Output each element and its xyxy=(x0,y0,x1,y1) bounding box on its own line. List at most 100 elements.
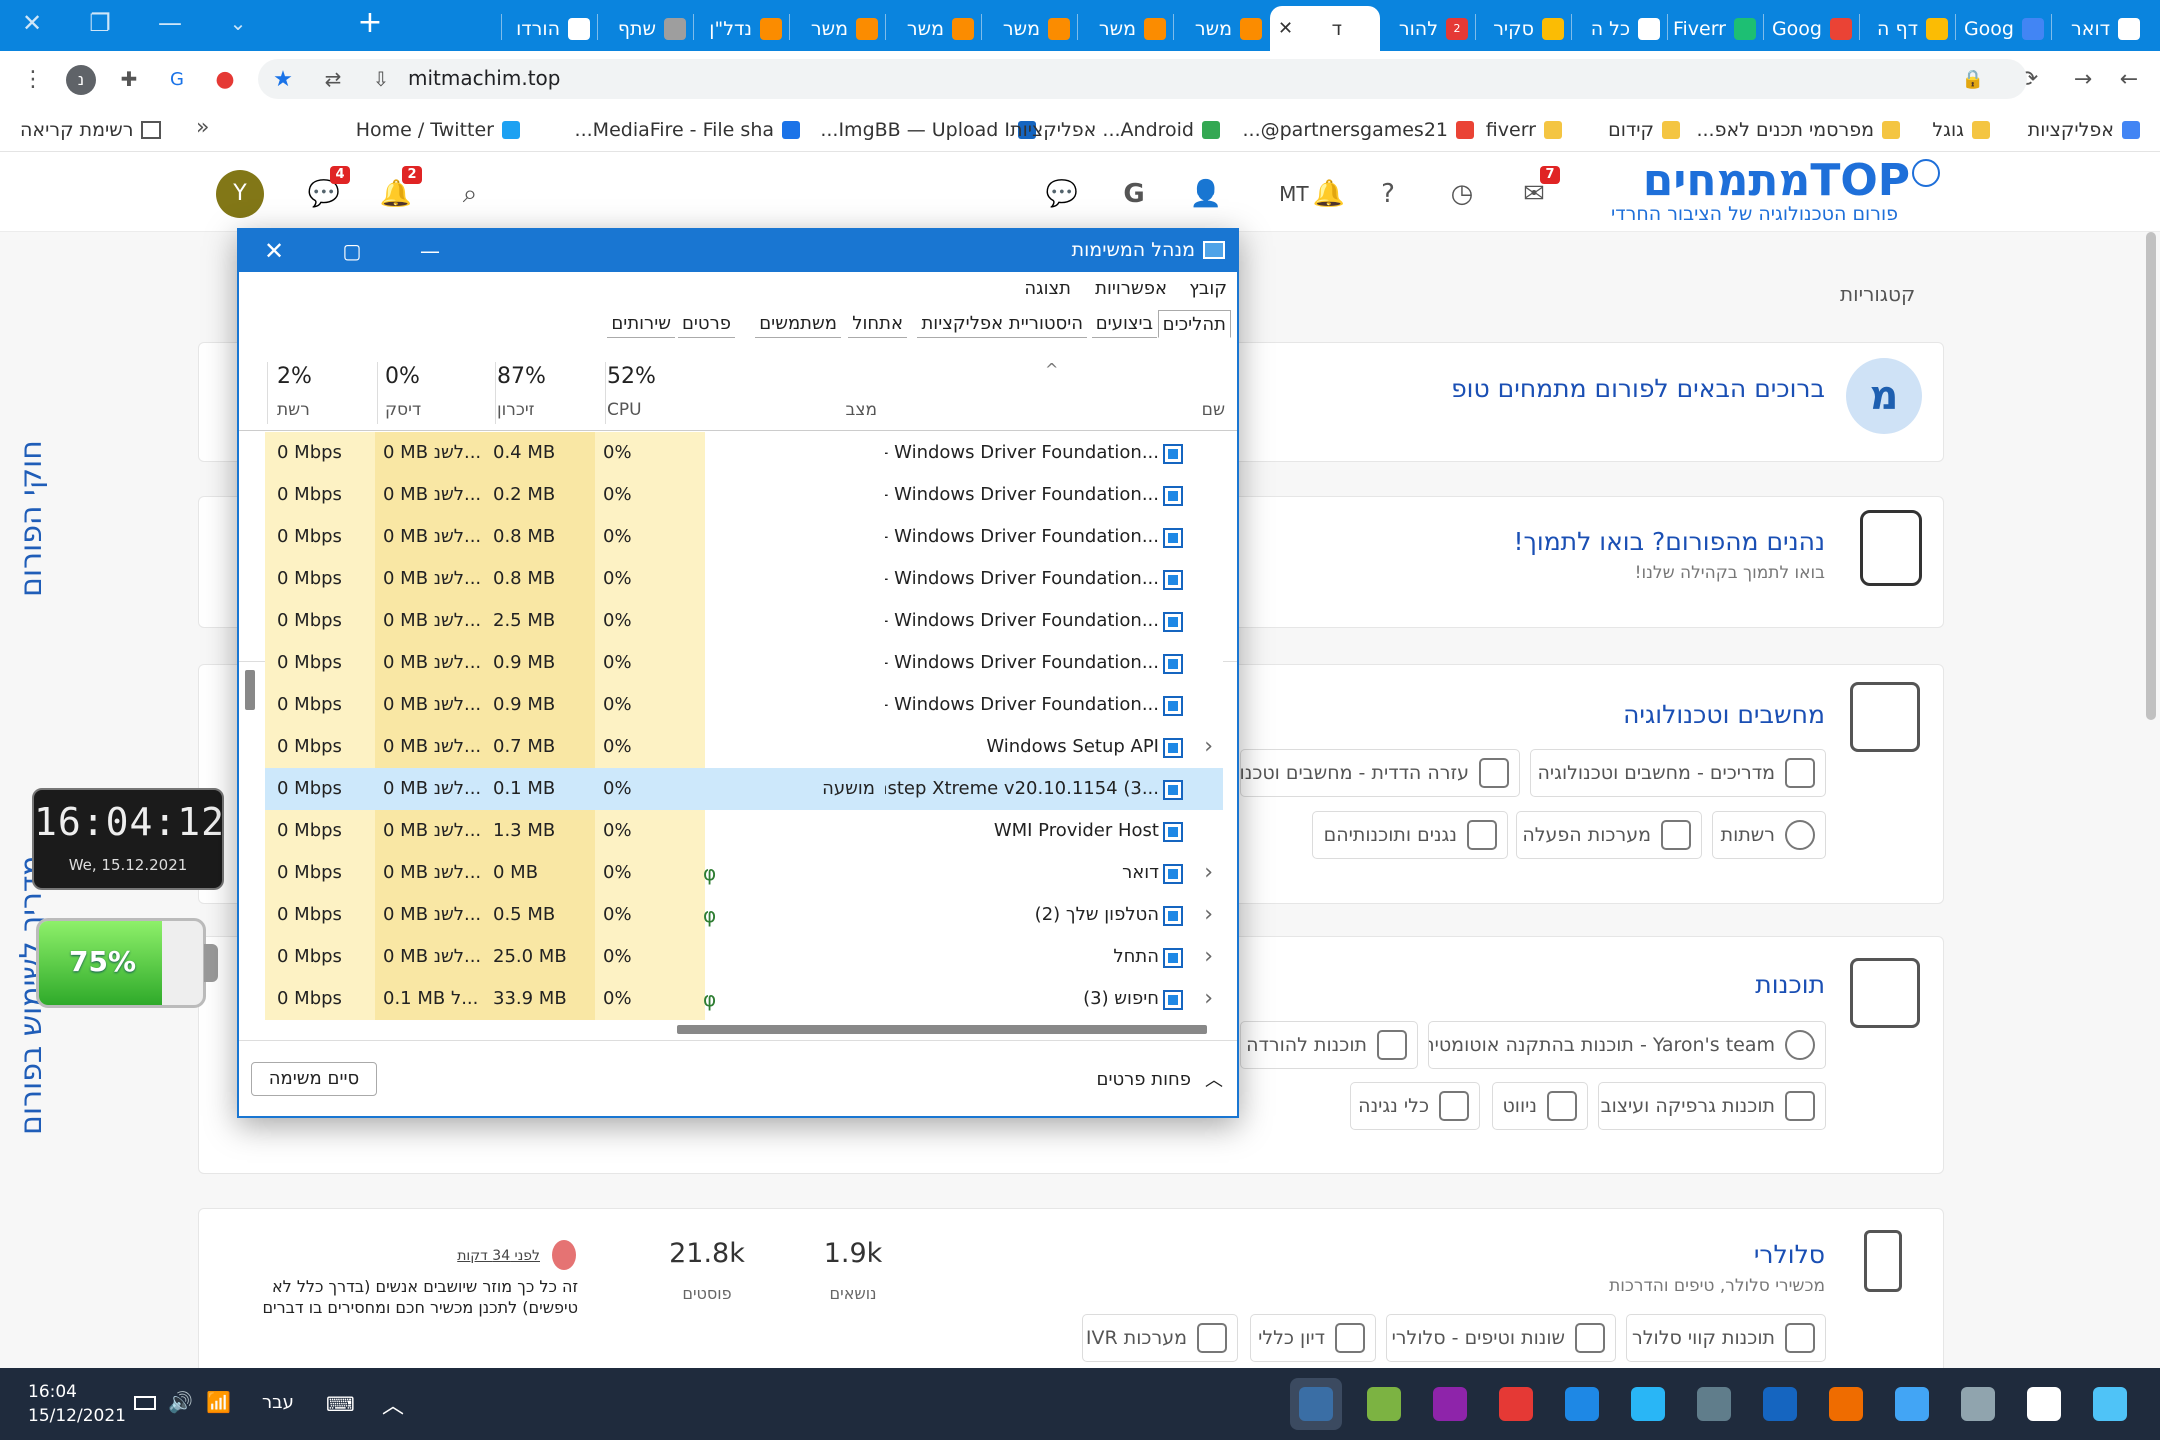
browser-tab[interactable]: שתף xyxy=(598,6,694,51)
bookmark-item[interactable]: fiverr xyxy=(1486,112,1562,148)
col-header-name[interactable]: שם xyxy=(1202,400,1225,420)
bookmark-item[interactable]: מפרסמי תכנים לאפ... xyxy=(1696,112,1900,148)
tm-tab[interactable]: משתמשים xyxy=(755,310,841,338)
end-task-button[interactable]: סיים משימה xyxy=(251,1062,377,1096)
tm-close-icon[interactable]: ✕ xyxy=(249,230,299,272)
tm-menu-view[interactable]: תצוגה xyxy=(1024,278,1071,299)
tm-menu-options[interactable]: אפשרויות xyxy=(1095,278,1167,299)
restore-window-icon[interactable]: ❐ xyxy=(72,0,128,45)
browser-tab[interactable]: דואר xyxy=(2052,6,2148,51)
col-header-status[interactable]: מצב xyxy=(846,400,877,420)
expand-chevron-icon[interactable]: › xyxy=(1204,978,1213,1020)
tray-chevron-icon[interactable]: ︿ xyxy=(382,1388,404,1420)
browser-tab[interactable]: Goog xyxy=(1764,6,1860,51)
inbox-icon[interactable]: ✉ 7 xyxy=(1512,166,1560,216)
browser-tab[interactable]: סקיר xyxy=(1476,6,1572,51)
tab-close-icon[interactable]: ✕ xyxy=(1278,18,1293,39)
bookmark-item[interactable]: גוגל xyxy=(1932,112,1990,148)
help-icon[interactable]: ? xyxy=(1366,172,1410,216)
chip-instruments[interactable]: כלי נגינה xyxy=(1350,1082,1480,1130)
support-title[interactable]: נהנים מהפורום? בואו לתמוך! xyxy=(1513,527,1825,556)
taskbar-date[interactable]: 15/12/2021 xyxy=(28,1406,126,1426)
process-row[interactable]: 0 Mbps 0 MB לשנ... 0.8 MB 0% U - Windows Dri… xyxy=(265,558,1223,600)
col-disk-label[interactable]: דיסק xyxy=(385,400,421,420)
task-manager-app-icon[interactable] xyxy=(1290,1378,1342,1430)
bookmark-item[interactable]: Android... אפליקציות xyxy=(1010,112,1220,148)
process-row[interactable]: 0 Mbps 0 MB לשנ... 0.8 MB 0% U - Windows Dri… xyxy=(265,516,1223,558)
winrar-icon[interactable] xyxy=(1424,1378,1476,1430)
chip-navigation[interactable]: ניווט xyxy=(1492,1082,1588,1130)
forum-rules-link[interactable]: חוקי הפורום xyxy=(14,440,49,610)
new-tab-button[interactable]: + xyxy=(342,0,398,45)
expand-chevron-icon[interactable]: › xyxy=(1204,936,1213,978)
expand-chevron-icon[interactable]: › xyxy=(1204,894,1213,936)
browser-tab[interactable]: נדל"ן xyxy=(694,6,790,51)
bookmark-item[interactable]: קידום xyxy=(1608,112,1680,148)
tm-tab[interactable]: תהליכים xyxy=(1157,310,1231,338)
chip-downloads[interactable]: תוכנות להורדה xyxy=(1240,1021,1418,1069)
tab-search-icon[interactable]: ⌄ xyxy=(210,0,266,45)
bookmark-item[interactable]: Home / Twitter xyxy=(356,112,520,148)
media-player-icon[interactable] xyxy=(1820,1378,1872,1430)
welcome-title[interactable]: ברוכים הבאים לפורום מתמחים טופ xyxy=(1451,374,1825,403)
software-title[interactable]: תוכנות xyxy=(1755,970,1825,999)
extensions-puzzle-icon[interactable]: ✚ xyxy=(112,62,146,96)
mail-icon[interactable] xyxy=(1754,1378,1806,1430)
process-row[interactable]: 0 Mbps 0 MB לשנ... 0.2 MB 0% U - Windows Dri… xyxy=(265,474,1223,516)
expand-chevron-icon[interactable]: › xyxy=(1204,852,1213,894)
browser-tab[interactable]: משר xyxy=(790,6,886,51)
lock-icon[interactable]: 🔒 xyxy=(1956,62,1990,96)
menu-kebab-icon[interactable]: ⋮ xyxy=(16,62,50,96)
browser-tab[interactable]: משר xyxy=(886,6,982,51)
browser-tab[interactable]: משר xyxy=(1078,6,1174,51)
notepad-icon[interactable] xyxy=(1622,1378,1674,1430)
page-scrollbar-thumb[interactable] xyxy=(2146,232,2156,720)
site-logo[interactable]: מתמחיםTOP פורום הטכנולוגיה של הציבור החר… xyxy=(1578,155,1940,231)
task-view-icon[interactable] xyxy=(1952,1378,2004,1430)
tm-tab[interactable]: היסטוריית אפליקציות xyxy=(917,310,1087,338)
alerts-bell-icon[interactable]: 🔔 2 xyxy=(374,166,422,216)
bookmark-item[interactable]: אפליקציות xyxy=(2028,112,2140,148)
chip-computer-help[interactable]: עזרה הדדית - מחשבים וטכנולוגיה xyxy=(1240,749,1520,797)
tm-maximize-icon[interactable]: ▢ xyxy=(327,230,377,272)
process-row[interactable]: 0 Mbps 0 MB לשנ... 0 MB 0% דואר › φ xyxy=(265,852,1223,894)
chip-networks[interactable]: רשתות xyxy=(1712,811,1826,859)
bookmark-item[interactable]: partnersgames21@... xyxy=(1242,112,1474,148)
tm-tab[interactable]: ביצועים xyxy=(1091,310,1157,338)
reading-list-button[interactable]: רשימת קריאה xyxy=(20,112,162,148)
tm-tab[interactable]: אתחול xyxy=(848,310,907,338)
battery-tray-icon[interactable] xyxy=(134,1396,156,1410)
process-row[interactable]: 0 Mbps 0 MB לשנ... 2.5 MB 0% U - Windows Dri… xyxy=(265,600,1223,642)
install-app-icon[interactable]: ⇩ xyxy=(364,62,398,96)
cellular-title[interactable]: סלולרי xyxy=(1754,1240,1825,1269)
search-icon[interactable]: ⌕ xyxy=(448,172,492,216)
col-network-pct[interactable]: 2% xyxy=(277,364,312,389)
close-window-icon[interactable]: ✕ xyxy=(4,0,60,45)
col-cpu-label[interactable]: CPU xyxy=(607,400,642,420)
process-row[interactable]: 0 Mbps 0 MB לשנ... 0.9 MB 0% U - Windows Dri… xyxy=(265,642,1223,684)
col-cpu-pct[interactable]: 52% xyxy=(607,364,656,389)
wifi-icon[interactable]: 📶 xyxy=(206,1390,231,1414)
bookmarks-overflow[interactable]: » xyxy=(196,115,209,140)
col-network-label[interactable]: רשת xyxy=(277,400,310,420)
last-post-text[interactable]: זה כל כך מוזר שיושבים אנשים (בדרך כלל לא… xyxy=(262,1276,578,1318)
profile-avatar[interactable]: נ xyxy=(66,65,96,95)
expand-chevron-icon[interactable]: › xyxy=(1204,726,1213,768)
forum-guide-link[interactable]: מדריך לשימוש בפורום xyxy=(14,855,49,1175)
process-row[interactable]: 0 Mbps 0 MB לשנ... 1.3 MB 0% WMI Provider Ho… xyxy=(265,810,1223,852)
process-list-hscrollbar[interactable] xyxy=(677,1025,1207,1034)
last-post-avatar[interactable] xyxy=(552,1240,576,1270)
col-memory-pct[interactable]: 87% xyxy=(497,364,546,389)
browser-tab[interactable]: ד ✕ xyxy=(1270,6,1380,51)
tm-minimize-icon[interactable]: — xyxy=(405,230,455,272)
calculator-icon[interactable] xyxy=(1688,1378,1740,1430)
computers-title[interactable]: מחשבים וטכנולוגיה xyxy=(1623,700,1825,729)
process-row[interactable]: 0 Mbps 0 MB לשנ... 0.7 MB 0% Windows Setup A… xyxy=(265,726,1223,768)
process-row[interactable]: 0 Mbps 0 MB לשנ... 0.9 MB 0% U - Windows Dri… xyxy=(265,684,1223,726)
share-icon[interactable]: ⇄ xyxy=(316,62,350,96)
google-icon[interactable]: G xyxy=(1112,172,1156,216)
process-row[interactable]: 0 Mbps 0.1 MB ל... 33.9 MB 0% חיפוש (3) › φ xyxy=(265,978,1223,1020)
search-taskbar-icon[interactable] xyxy=(2018,1378,2070,1430)
user-icon[interactable]: 👤 xyxy=(1184,172,1228,216)
process-row[interactable]: 0 Mbps 0 MB לשנ... 0.5 MB 0% הטלפון שלך (2) ›… xyxy=(265,894,1223,936)
